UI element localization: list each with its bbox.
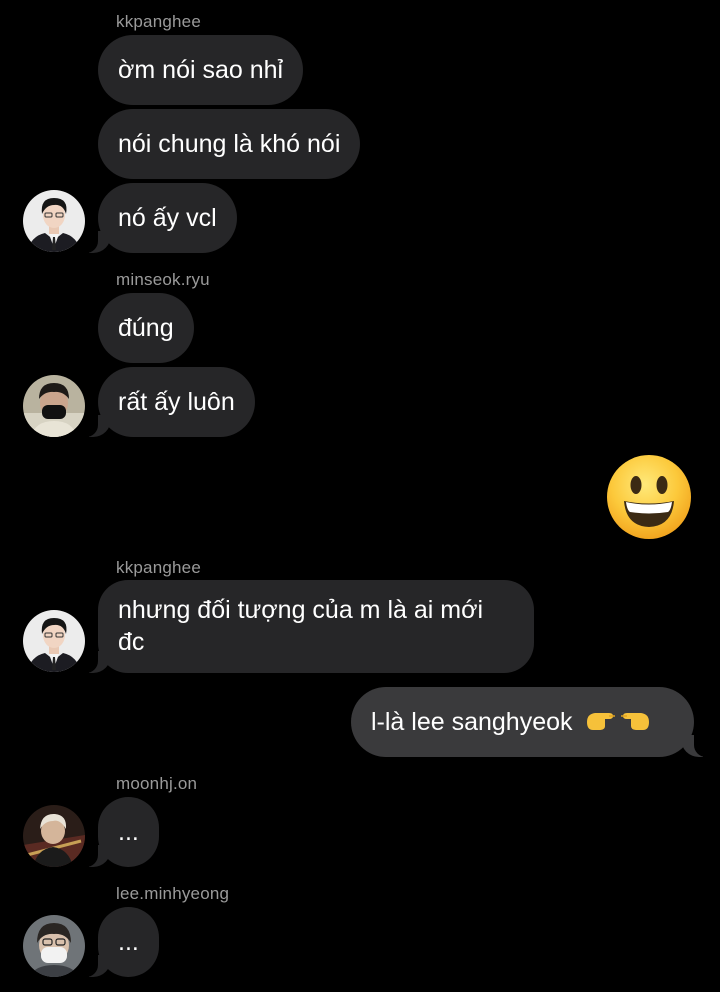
avatar-image bbox=[23, 805, 85, 867]
avatar-minseok[interactable] bbox=[23, 375, 85, 437]
sender-name: kkpanghee bbox=[116, 558, 201, 577]
outgoing-message-bubble[interactable]: l-là lee sanghyeok bbox=[351, 687, 709, 757]
message-bubble[interactable]: ... bbox=[83, 797, 159, 867]
message-bubble[interactable]: ờm nói sao nhỉ bbox=[98, 35, 304, 105]
message-bubble[interactable]: nhưng đối tượng của m là ai mới đc bbox=[83, 580, 534, 673]
avatar-image bbox=[23, 375, 85, 437]
avatar-image bbox=[23, 190, 85, 252]
pointing-fingers-icon bbox=[585, 706, 651, 740]
avatar-minhyeong[interactable] bbox=[23, 915, 85, 977]
message-bubble[interactable]: nó ấy vcl bbox=[83, 183, 237, 253]
avatar-image bbox=[23, 610, 85, 672]
message-bubble[interactable]: đúng bbox=[98, 293, 194, 363]
smiling-face-emoji[interactable] bbox=[606, 454, 692, 540]
message-bubble[interactable]: ... bbox=[83, 907, 159, 977]
sender-name: minseok.ryu bbox=[116, 270, 210, 289]
sender-name: lee.minhyeong bbox=[116, 884, 230, 903]
message-bubble[interactable]: rất ấy luôn bbox=[83, 367, 255, 437]
avatar-kkpanghee[interactable] bbox=[23, 190, 85, 252]
avatar-moonhj[interactable] bbox=[23, 805, 85, 867]
chat-thread: kkpanghee ờm nói sao nhỉ nói chung là kh… bbox=[0, 0, 720, 992]
sender-name: moonhj.on bbox=[116, 774, 198, 793]
sender-name: kkpanghee bbox=[116, 12, 201, 31]
avatar-image bbox=[23, 915, 85, 977]
message-text: l-là lee sanghyeok bbox=[371, 708, 573, 736]
avatar-kkpanghee[interactable] bbox=[23, 610, 85, 672]
smiling-face-icon bbox=[607, 455, 691, 539]
message-bubble[interactable]: nói chung là khó nói bbox=[98, 109, 361, 179]
